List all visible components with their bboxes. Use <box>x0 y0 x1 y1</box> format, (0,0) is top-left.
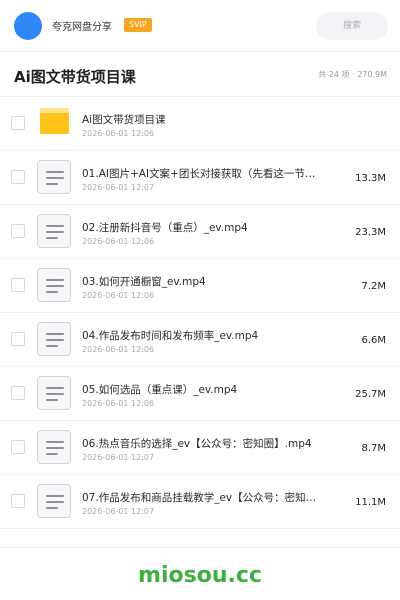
item-date: 2026-06-01 12:06 <box>82 345 155 354</box>
item-name: 06.热点音乐的选择_ev【公众号：密知圈】.mp4 <box>82 438 312 450</box>
username: 夸克网盘分享 <box>52 22 112 33</box>
item-size: 13.3M <box>355 173 386 184</box>
svip-badge: SVIP <box>124 18 152 32</box>
item-name: 01.AI图片+AI文案+团长对接获取（先看这一节… <box>82 168 316 180</box>
select-checkbox[interactable] <box>11 332 25 346</box>
item-name: 05.如何选品（重点课）_ev.mp4 <box>82 384 238 396</box>
item-size: 11.1M <box>355 497 386 508</box>
list-item[interactable]: 06.热点音乐的选择_ev【公众号：密知圈】.mp4 2026-06-01 12… <box>0 421 400 475</box>
search-button[interactable]: 搜索 <box>316 12 388 40</box>
item-date: 2026-06-01 12:06 <box>82 129 155 138</box>
list-item[interactable]: 04.作品发布时间和发布频率_ev.mp4 2026-06-01 12:06 6… <box>0 313 400 367</box>
watermark: miosou.cc <box>138 563 262 588</box>
file-list: Ai图文带货项目课 2026-06-01 12:06 01.AI图片+AI文案+… <box>0 97 400 529</box>
item-date: 2026-06-01 12:06 <box>82 237 155 246</box>
item-size: 25.7M <box>355 389 386 400</box>
item-date: 2026-06-01 12:07 <box>82 507 155 516</box>
avatar[interactable] <box>14 12 42 40</box>
document-icon <box>37 430 71 464</box>
item-name: 07.作品发布和商品挂载教学_ev【公众号：密知圈… <box>82 492 322 504</box>
document-icon <box>37 268 71 302</box>
item-size: 6.6M <box>361 335 386 346</box>
item-size: 7.2M <box>361 281 386 292</box>
folder-title-bar: Ai图文带货项目课 共 24 项 · 270.9M <box>0 52 400 97</box>
select-checkbox[interactable] <box>11 170 25 184</box>
document-icon <box>37 376 71 410</box>
select-checkbox[interactable] <box>11 494 25 508</box>
item-name: 04.作品发布时间和发布频率_ev.mp4 <box>82 330 259 342</box>
document-icon <box>37 214 71 248</box>
item-name: Ai图文带货项目课 <box>82 114 166 126</box>
item-size: 23.3M <box>355 227 386 238</box>
list-item[interactable]: 02.注册新抖音号（重点）_ev.mp4 2026-06-01 12:06 23… <box>0 205 400 259</box>
select-checkbox[interactable] <box>11 278 25 292</box>
item-name: 03.如何开通橱窗_ev.mp4 <box>82 276 206 288</box>
item-date: 2026-06-01 12:07 <box>82 183 155 192</box>
folder-icon <box>40 108 69 134</box>
list-item[interactable]: 01.AI图片+AI文案+团长对接获取（先看这一节… 2026-06-01 12… <box>0 151 400 205</box>
folder-summary: 共 24 项 · 270.9M <box>318 70 387 79</box>
document-icon <box>37 322 71 356</box>
page-title: Ai图文带货项目课 <box>14 68 136 86</box>
document-icon <box>37 484 71 518</box>
select-checkbox[interactable] <box>11 440 25 454</box>
select-checkbox[interactable] <box>11 386 25 400</box>
item-date: 2026-06-01 12:06 <box>82 399 155 408</box>
select-checkbox[interactable] <box>11 224 25 238</box>
item-date: 2026-06-01 12:07 <box>82 453 155 462</box>
list-item[interactable]: 03.如何开通橱窗_ev.mp4 2026-06-01 12:06 7.2M <box>0 259 400 313</box>
item-name: 02.注册新抖音号（重点）_ev.mp4 <box>82 222 248 234</box>
select-checkbox[interactable] <box>11 116 25 130</box>
footer-divider <box>0 547 400 548</box>
document-icon <box>37 160 71 194</box>
item-date: 2026-06-01 12:06 <box>82 291 155 300</box>
list-item[interactable]: 07.作品发布和商品挂载教学_ev【公众号：密知圈… 2026-06-01 12… <box>0 475 400 529</box>
item-size: 8.7M <box>361 443 386 454</box>
list-item[interactable]: 05.如何选品（重点课）_ev.mp4 2026-06-01 12:06 25.… <box>0 367 400 421</box>
app-header: 夸克网盘分享 SVIP 搜索 <box>0 0 400 52</box>
list-item-folder[interactable]: Ai图文带货项目课 2026-06-01 12:06 <box>0 97 400 151</box>
